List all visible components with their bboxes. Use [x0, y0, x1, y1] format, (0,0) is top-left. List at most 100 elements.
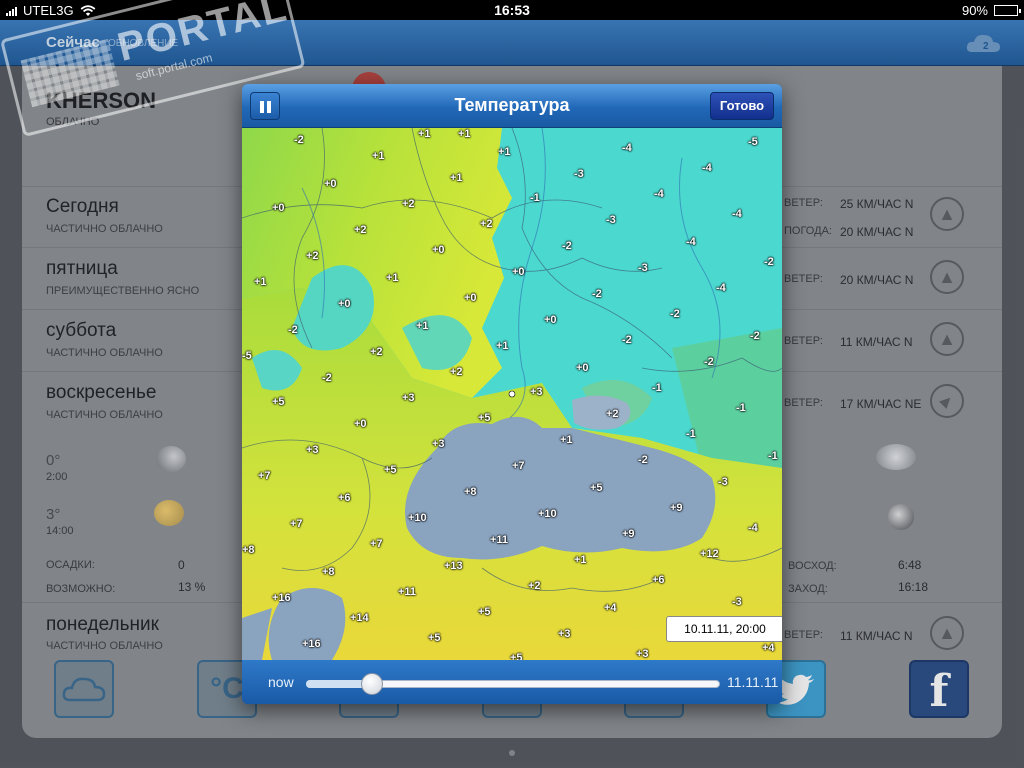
map-temperature-label: -2 — [592, 288, 602, 300]
map-temperature-label: +2 — [528, 580, 541, 592]
map-temperature-label: +5 — [590, 482, 603, 494]
map-temperature-label: +3 — [432, 438, 445, 450]
map-temperature-label: +7 — [258, 470, 271, 482]
map-temperature-label: +1 — [496, 340, 509, 352]
map-temperature-label: +6 — [652, 574, 665, 586]
modal-title: Температура — [454, 95, 570, 115]
map-temperature-label: +0 — [272, 202, 285, 214]
map-temperature-label: +0 — [576, 362, 589, 374]
map-temperature-label: +2 — [402, 198, 415, 210]
map-background — [242, 128, 782, 660]
map-temperature-label: +0 — [338, 298, 351, 310]
map-temperature-label: -1 — [686, 428, 696, 440]
map-temperature-label: -1 — [652, 382, 662, 394]
map-temperature-label: -2 — [622, 334, 632, 346]
done-button[interactable]: Готово — [710, 92, 774, 120]
map-temperature-label: +2 — [606, 408, 619, 420]
modal-header: Температура Готово — [242, 84, 782, 128]
map-temperature-label: +5 — [272, 396, 285, 408]
map-temperature-label: -2 — [322, 372, 332, 384]
map-temperature-label: -4 — [622, 142, 632, 154]
map-temperature-label: +0 — [464, 292, 477, 304]
map-temperature-label: -2 — [704, 356, 714, 368]
map-temperature-label: -1 — [530, 192, 540, 204]
map-temperature-label: -1 — [768, 450, 778, 462]
map-temperature-label: -1 — [736, 402, 746, 414]
map-temperature-label: +5 — [478, 606, 491, 618]
map-temperature-label: +3 — [402, 392, 415, 404]
map-temperature-label: +11 — [398, 586, 417, 598]
map-temperature-label: +3 — [306, 444, 319, 456]
map-temperature-label: +1 — [574, 554, 587, 566]
map-temperature-label: -2 — [670, 308, 680, 320]
map-temperature-label: +2 — [450, 366, 463, 378]
slider-start-label: now — [268, 674, 294, 690]
map-temperature-label: -2 — [750, 330, 760, 342]
map-temperature-label: +0 — [324, 178, 337, 190]
map-temperature-label: +5 — [478, 412, 491, 424]
city-marker — [508, 390, 516, 398]
map-temperature-label: -4 — [748, 522, 758, 534]
map-temperature-label: +0 — [432, 244, 445, 256]
map-temperature-label: +1 — [418, 128, 431, 140]
map-temperature-label: +5 — [428, 632, 441, 644]
map-temperature-label: -2 — [294, 134, 304, 146]
map-temperature-label: -4 — [732, 208, 742, 220]
map-temperature-label: +12 — [700, 548, 719, 560]
map-temperature-label: +4 — [762, 642, 775, 654]
map-temperature-label: +1 — [372, 150, 385, 162]
map-temperature-label: +1 — [560, 434, 573, 446]
map-temperature-label: -3 — [732, 596, 742, 608]
map-temperature-label: +16 — [272, 592, 291, 604]
map-temperature-label: +5 — [384, 464, 397, 476]
temperature-modal: Температура Готово -2 +1 +1 +1 +1 -4 -5 … — [242, 84, 782, 704]
map-temperature-label: +1 — [386, 272, 399, 284]
map-temperature-label: +11 — [490, 534, 509, 546]
time-slider-bar: now 11.11.11 — [242, 660, 782, 704]
map-temperature-label: +7 — [370, 538, 383, 550]
map-temperature-label: -2 — [764, 256, 774, 268]
map-temperature-label: +8 — [322, 566, 335, 578]
map-temperature-label: +1 — [458, 128, 471, 140]
time-slider-thumb[interactable] — [361, 673, 384, 695]
map-temperature-label: +8 — [464, 486, 477, 498]
battery-icon — [994, 5, 1021, 16]
slider-end-label: 11.11.11 — [727, 674, 779, 690]
map-temperature-label: +3 — [530, 386, 543, 398]
battery-percent: 90% — [961, 3, 988, 18]
map-temperature-label: +2 — [370, 346, 383, 358]
map-temperature-label: +7 — [290, 518, 303, 530]
map-temperature-label: -3 — [574, 168, 584, 180]
map-temperature-label: +9 — [622, 528, 635, 540]
map-temperature-label: +1 — [498, 146, 511, 158]
map-temperature-label: +2 — [480, 218, 493, 230]
map-temperature-label: +1 — [254, 276, 267, 288]
map-temperature-label: +5 — [510, 652, 523, 660]
map-temperature-label: +16 — [302, 638, 321, 650]
map-temperature-label: -4 — [716, 282, 726, 294]
map-temperature-label: -2 — [288, 324, 298, 336]
map-temperature-label: +13 — [444, 560, 463, 572]
temperature-map[interactable]: -2 +1 +1 +1 +1 -4 -5 -3 -4 +0 +1 -4 -1 +0 +2 -4 +2 +2 -3 -4… — [242, 128, 782, 660]
map-temperature-label: -2 — [638, 454, 648, 466]
map-temperature-label: +3 — [558, 628, 571, 640]
map-temperature-label: -4 — [654, 188, 664, 200]
map-temperature-label: +3 — [636, 648, 649, 660]
map-temperature-label: +0 — [354, 418, 367, 430]
map-temperature-label: +0 — [512, 266, 525, 278]
map-temperature-label: +1 — [416, 320, 429, 332]
map-temperature-label: +4 — [604, 602, 617, 614]
map-temperature-label: +10 — [408, 512, 427, 524]
map-temperature-label: -4 — [686, 236, 696, 248]
map-temperature-label: +7 — [512, 460, 525, 472]
map-temperature-label: +10 — [538, 508, 557, 520]
map-temperature-label: +6 — [338, 492, 351, 504]
map-temperature-label: -3 — [718, 476, 728, 488]
map-temperature-label: +2 — [306, 250, 319, 262]
map-temperature-label: -3 — [638, 262, 648, 274]
map-temperature-label: +1 — [450, 172, 463, 184]
map-temperature-label: -4 — [702, 162, 712, 174]
map-temperature-label: -3 — [606, 214, 616, 226]
map-temperature-label: +0 — [544, 314, 557, 326]
map-temperature-label: -2 — [562, 240, 572, 252]
